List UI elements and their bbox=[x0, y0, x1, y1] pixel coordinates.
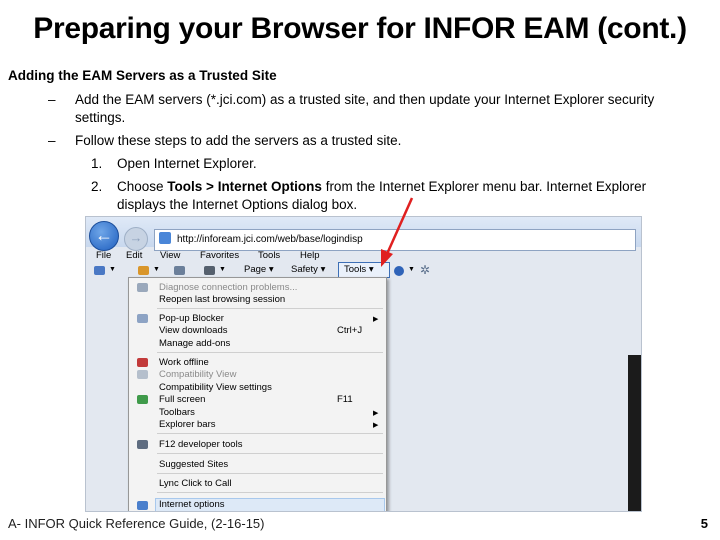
arrow-head bbox=[381, 249, 393, 267]
arrow-shaft bbox=[385, 197, 414, 255]
red-arrow bbox=[381, 197, 414, 267]
footer-text: A- INFOR Quick Reference Guide, (2-16-15… bbox=[8, 516, 265, 531]
page-number: 5 bbox=[700, 516, 708, 531]
